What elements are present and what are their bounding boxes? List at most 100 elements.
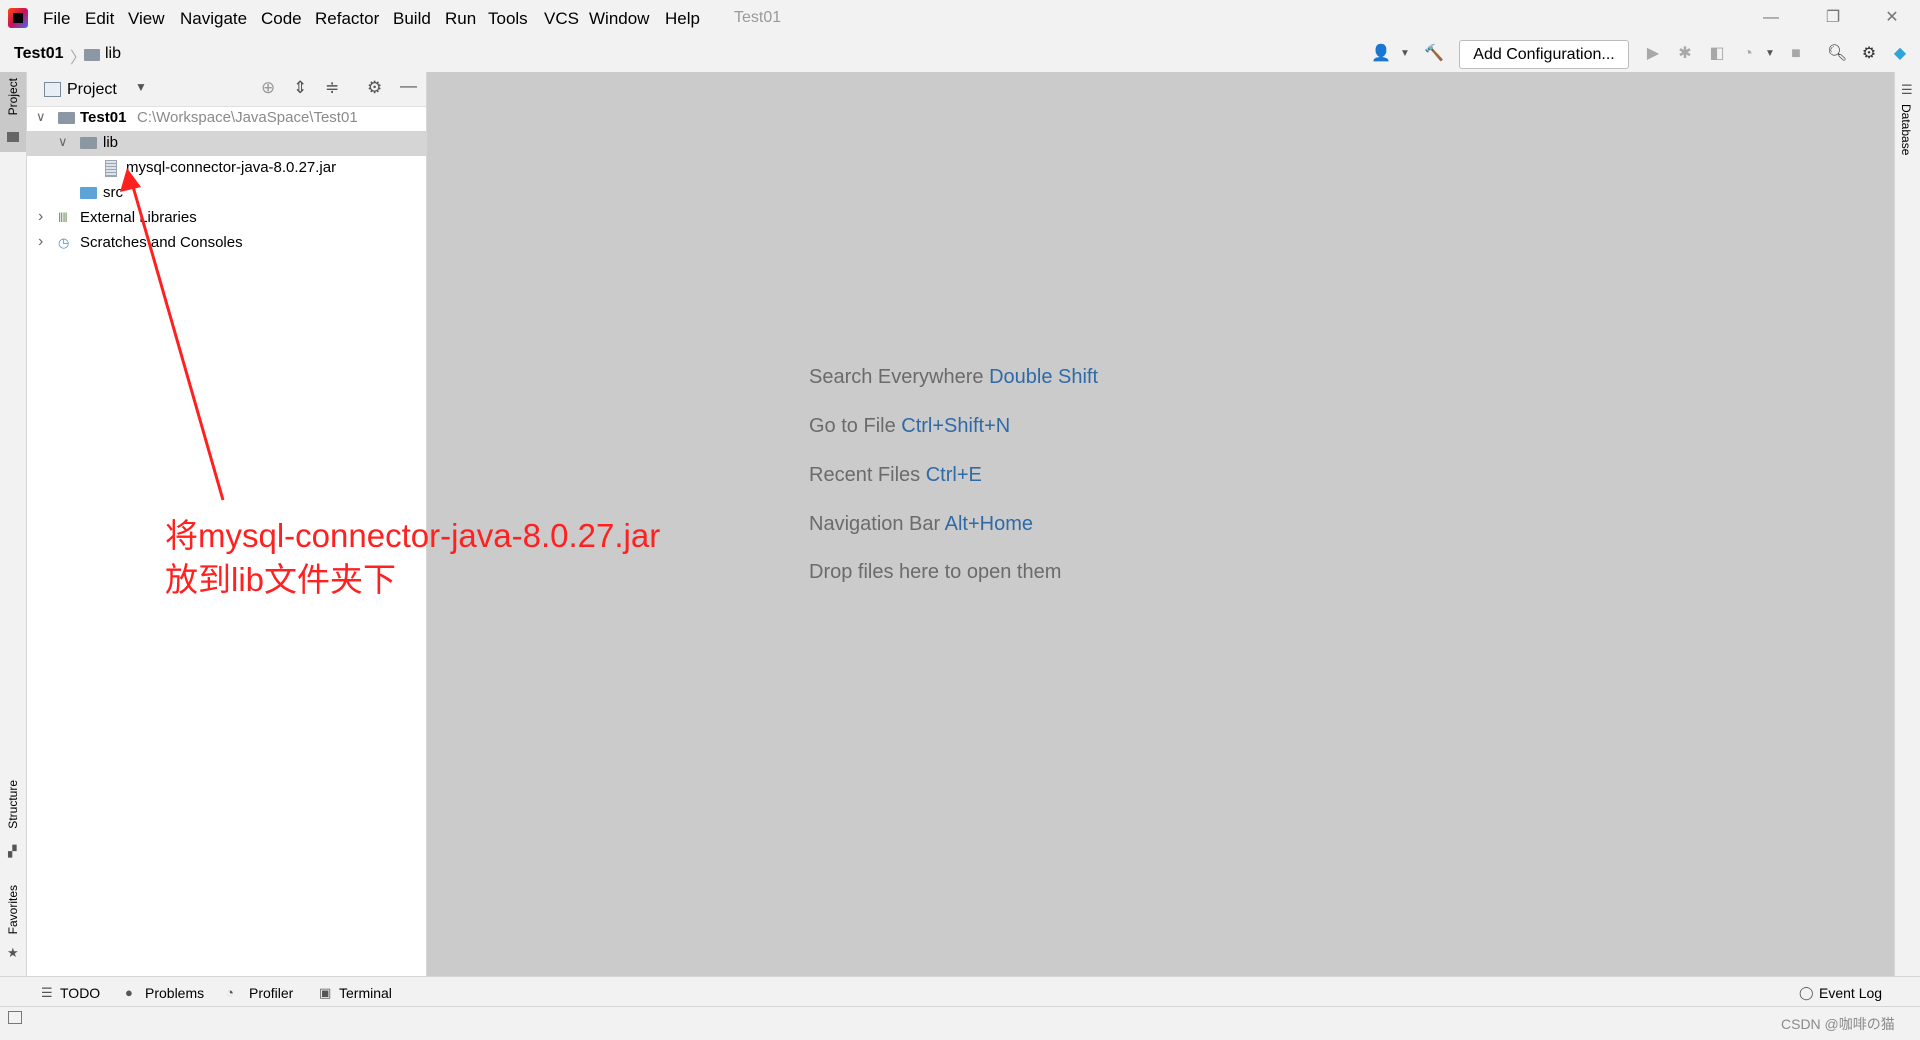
chevron-down-icon[interactable]: ▼ bbox=[1760, 44, 1780, 64]
project-tab-label: Project bbox=[6, 78, 20, 116]
hint-navigation-bar: Navigation Bar Alt+Home bbox=[809, 513, 1033, 536]
menu-window[interactable]: Window bbox=[589, 9, 649, 29]
add-configuration-button[interactable]: Add Configuration... bbox=[1459, 40, 1629, 69]
event-log-icon: ◯ bbox=[1799, 985, 1814, 1000]
search-icon[interactable]: 🔍︎ bbox=[1827, 44, 1847, 64]
chevron-down-icon[interactable]: ▼ bbox=[135, 80, 147, 94]
hint-shortcut: Ctrl+Shift+N bbox=[901, 415, 1011, 437]
user-icon[interactable]: 👤 bbox=[1371, 44, 1391, 64]
breadcrumb-project[interactable]: Test01 bbox=[14, 45, 64, 63]
menu-tools[interactable]: Tools bbox=[488, 9, 528, 29]
hint-drop-files: Drop files here to open them bbox=[809, 561, 1061, 584]
module-folder-icon bbox=[58, 112, 75, 124]
gear-icon[interactable]: ⚙ bbox=[1859, 44, 1879, 64]
favorites-tool-tab[interactable]: Favorites bbox=[6, 885, 20, 934]
hint-recent-files: Recent Files Ctrl+E bbox=[809, 464, 982, 487]
menu-navigate[interactable]: Navigate bbox=[180, 9, 247, 29]
chevron-right-icon[interactable]: › bbox=[38, 208, 43, 226]
window-title: Test01 bbox=[734, 9, 782, 26]
coverage-icon[interactable]: ◧ bbox=[1707, 44, 1727, 64]
source-folder-icon bbox=[80, 187, 97, 199]
menu-edit[interactable]: Edit bbox=[85, 9, 114, 29]
stop-icon[interactable]: ■ bbox=[1786, 44, 1806, 64]
left-tool-stripe bbox=[0, 72, 27, 976]
todo-icon: ☰ bbox=[41, 985, 53, 1000]
gear-icon[interactable]: ⚙ bbox=[367, 78, 382, 98]
event-log-tab[interactable]: Event Log bbox=[1819, 985, 1882, 1001]
menu-run[interactable]: Run bbox=[445, 9, 476, 29]
tree-label-jar: mysql-connector-java-8.0.27.jar bbox=[126, 159, 337, 176]
code-with-me-icon[interactable]: ◆ bbox=[1890, 44, 1910, 64]
chevron-right-icon[interactable]: › bbox=[38, 233, 43, 251]
annotation-text: 将mysql-connector-java-8.0.27.jar 放到lib文件… bbox=[165, 514, 660, 602]
hint-text: Recent Files bbox=[809, 464, 921, 486]
tree-label-test01: Test01 bbox=[80, 109, 127, 126]
project-view-selector[interactable]: Project bbox=[67, 81, 117, 99]
folder-icon bbox=[84, 49, 100, 61]
menu-view[interactable]: View bbox=[128, 9, 165, 29]
intellij-logo-icon bbox=[8, 8, 28, 28]
terminal-icon: ▣ bbox=[319, 985, 332, 1000]
menu-vcs[interactable]: VCS bbox=[544, 9, 579, 29]
annotation-line-2: 放到lib文件夹下 bbox=[165, 561, 397, 598]
watermark: CSDN @咖啡の猫 bbox=[1781, 1016, 1895, 1032]
menu-code[interactable]: Code bbox=[261, 9, 302, 29]
menu-help[interactable]: Help bbox=[665, 9, 700, 29]
tree-path-test01: C:\Workspace\JavaSpace\Test01 bbox=[137, 109, 358, 126]
tree-label-scratches: Scratches and Consoles bbox=[80, 234, 243, 251]
hint-shortcut: Ctrl+E bbox=[925, 464, 982, 486]
database-tool-tab[interactable]: Database bbox=[1899, 104, 1913, 155]
structure-icon: ▞ bbox=[8, 846, 17, 858]
layout-toggle-icon[interactable] bbox=[8, 1011, 22, 1024]
hint-go-to-file: Go to File Ctrl+Shift+N bbox=[809, 415, 1010, 438]
libraries-icon: ‖‖ bbox=[58, 210, 68, 225]
profile-icon[interactable]: ◔ bbox=[1738, 44, 1758, 64]
project-view-icon bbox=[44, 82, 61, 97]
scratches-icon: ◷ bbox=[58, 235, 70, 250]
star-icon: ★ bbox=[7, 945, 19, 960]
structure-tool-tab[interactable]: Structure bbox=[6, 780, 20, 829]
close-button[interactable]: ✕ bbox=[1872, 6, 1912, 30]
project-tool-tab[interactable]: Project bbox=[0, 72, 26, 152]
hint-text: Drop files here to open them bbox=[809, 561, 1062, 583]
jar-icon bbox=[105, 160, 117, 177]
menu-build[interactable]: Build bbox=[393, 9, 431, 29]
folder-icon bbox=[7, 132, 19, 142]
hint-search-everywhere: Search Everywhere Double Shift bbox=[809, 366, 1098, 389]
right-tool-stripe bbox=[1894, 72, 1920, 976]
run-icon[interactable]: ▶ bbox=[1643, 44, 1663, 64]
expand-all-icon[interactable]: ⇕ bbox=[293, 78, 307, 98]
annotation-line-1: 将mysql-connector-java-8.0.27.jar bbox=[165, 517, 661, 554]
minimize-button[interactable]: — bbox=[1751, 6, 1791, 30]
build-hammer-icon[interactable]: 🔨 bbox=[1424, 44, 1444, 64]
navigation-bar bbox=[0, 36, 1920, 73]
tree-label-src: src bbox=[103, 184, 123, 201]
problems-tab[interactable]: Problems bbox=[145, 985, 204, 1001]
menu-refactor[interactable]: Refactor bbox=[315, 9, 379, 29]
hint-shortcut: Alt+Home bbox=[944, 513, 1034, 535]
status-bar bbox=[0, 1006, 1920, 1040]
collapse-all-icon[interactable]: ≑ bbox=[325, 78, 339, 98]
todo-tab[interactable]: TODO bbox=[60, 985, 100, 1001]
chevron-down-icon[interactable]: ∨ bbox=[36, 109, 46, 125]
debug-icon[interactable]: ✱ bbox=[1675, 44, 1695, 64]
hint-shortcut: Double Shift bbox=[989, 366, 1099, 388]
breadcrumb-lib[interactable]: lib bbox=[105, 45, 121, 63]
hint-text: Go to File bbox=[809, 415, 896, 437]
folder-icon bbox=[80, 137, 97, 149]
restore-button[interactable]: ❐ bbox=[1813, 6, 1853, 30]
profiler-icon: ◔ bbox=[226, 985, 234, 1000]
hint-text: Navigation Bar bbox=[809, 513, 941, 535]
tree-label-lib: lib bbox=[103, 134, 119, 151]
locate-icon[interactable]: ⊕ bbox=[261, 78, 275, 98]
menu-file[interactable]: File bbox=[43, 9, 70, 29]
chevron-down-icon[interactable]: ∨ bbox=[58, 134, 68, 150]
chevron-down-icon[interactable]: ▼ bbox=[1395, 44, 1415, 64]
profiler-tab[interactable]: Profiler bbox=[249, 985, 293, 1001]
terminal-tab[interactable]: Terminal bbox=[339, 985, 392, 1001]
problems-icon: ● bbox=[125, 985, 133, 1000]
hint-text: Search Everywhere bbox=[809, 366, 984, 388]
hide-panel-icon[interactable]: — bbox=[400, 76, 417, 96]
database-icon: ☰ bbox=[1901, 82, 1913, 97]
tree-label-external-libraries: External Libraries bbox=[80, 209, 197, 226]
